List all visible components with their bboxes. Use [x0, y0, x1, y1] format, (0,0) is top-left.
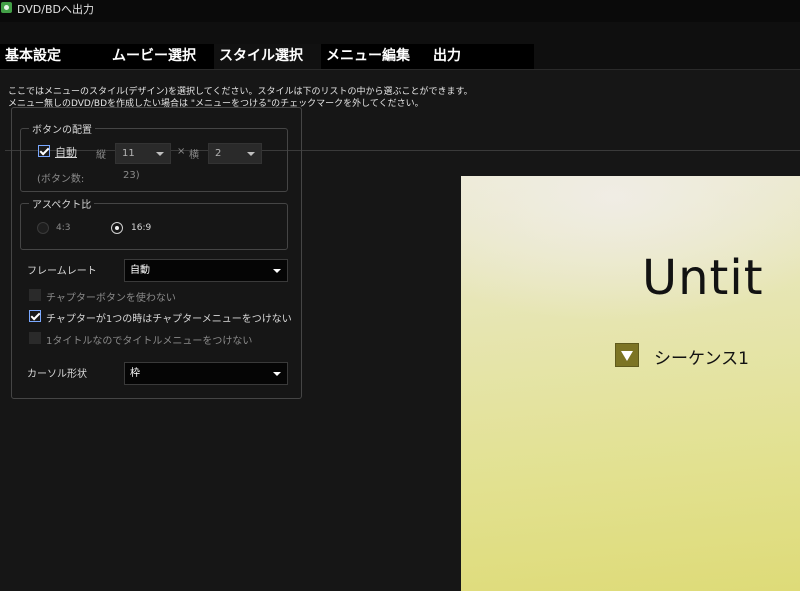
preview-title: Untit	[642, 250, 764, 306]
cursor-shape-value: 枠	[130, 368, 140, 379]
tab-movie-select[interactable]: ムービー選択	[107, 44, 214, 69]
cursor-shape-label: カーソル形状	[27, 369, 87, 380]
no-chapter-menu-checkbox[interactable]	[29, 310, 41, 322]
no-chapter-buttons-label: チャプターボタンを使わない	[46, 293, 176, 304]
no-title-menu-checkbox[interactable]	[29, 332, 41, 344]
menu-preview: Untit シーケンス1	[461, 176, 800, 591]
chevron-down-icon	[247, 152, 255, 156]
button-layout-legend: ボタンの配置	[29, 121, 95, 136]
tab-bar: 基本設定 ムービー選択 スタイル選択 メニュー編集 出力	[0, 44, 534, 69]
tab-output[interactable]: 出力	[428, 44, 534, 69]
button-layout-group: ボタンの配置 自動 縦 11 × 横 2 (ボタン数: 23)	[20, 121, 288, 192]
aspect-16-9-radio[interactable]	[111, 222, 123, 234]
frame-rate-value: 自動	[130, 265, 150, 276]
cursor-shape-dropdown[interactable]: 枠	[124, 362, 288, 385]
title-bar: DVD/BDへ出力	[0, 0, 800, 22]
frame-rate-label: フレームレート	[27, 266, 97, 277]
play-down-icon	[615, 343, 639, 367]
button-count-label: (ボタン数:	[37, 174, 85, 185]
tab-menu-edit[interactable]: メニュー編集	[321, 44, 428, 69]
auto-layout-checkbox[interactable]	[38, 145, 50, 157]
cols-label: 横	[189, 150, 199, 161]
frame-rate-dropdown[interactable]: 自動	[124, 259, 288, 282]
cols-value: 2	[215, 148, 222, 159]
no-title-menu-label: 1タイトルなのでタイトルメニューをつけない	[46, 336, 253, 347]
chevron-down-icon	[273, 372, 281, 376]
no-chapter-buttons-checkbox[interactable]	[29, 289, 41, 301]
button-count-value: 23)	[123, 170, 140, 181]
chevron-down-icon	[156, 152, 164, 156]
aspect-ratio-group: アスペクト比 4:3 16:9	[20, 196, 288, 250]
chevron-down-icon	[273, 269, 281, 273]
description-line-1: ここではメニューのスタイル(デザイン)を選択してください。スタイルは下のリストの…	[8, 87, 473, 97]
tab-style-select[interactable]: スタイル選択	[214, 44, 321, 69]
aspect-16-9-label: 16:9	[131, 223, 152, 233]
cols-spinner[interactable]: 2	[208, 143, 262, 164]
times-sign: ×	[177, 146, 186, 157]
tab-basic-settings[interactable]: 基本設定	[0, 44, 107, 69]
rows-label: 縦	[96, 150, 106, 161]
rows-value: 11	[122, 148, 135, 159]
app-icon	[1, 2, 12, 13]
window-title: DVD/BDへ出力	[17, 3, 94, 16]
menu-settings-panel: ボタンの配置 自動 縦 11 × 横 2 (ボタン数: 23) アスペクト比 4…	[11, 107, 302, 399]
no-chapter-menu-label: チャプターが1つの時はチャプターメニューをつけない	[46, 314, 292, 325]
auto-layout-label[interactable]: 自動	[55, 144, 77, 160]
rows-spinner[interactable]: 11	[115, 143, 171, 164]
aspect-ratio-legend: アスペクト比	[29, 196, 95, 211]
aspect-4-3-radio[interactable]	[37, 222, 49, 234]
aspect-4-3-label: 4:3	[56, 223, 71, 233]
preview-item-label: シーケンス1	[654, 349, 749, 369]
